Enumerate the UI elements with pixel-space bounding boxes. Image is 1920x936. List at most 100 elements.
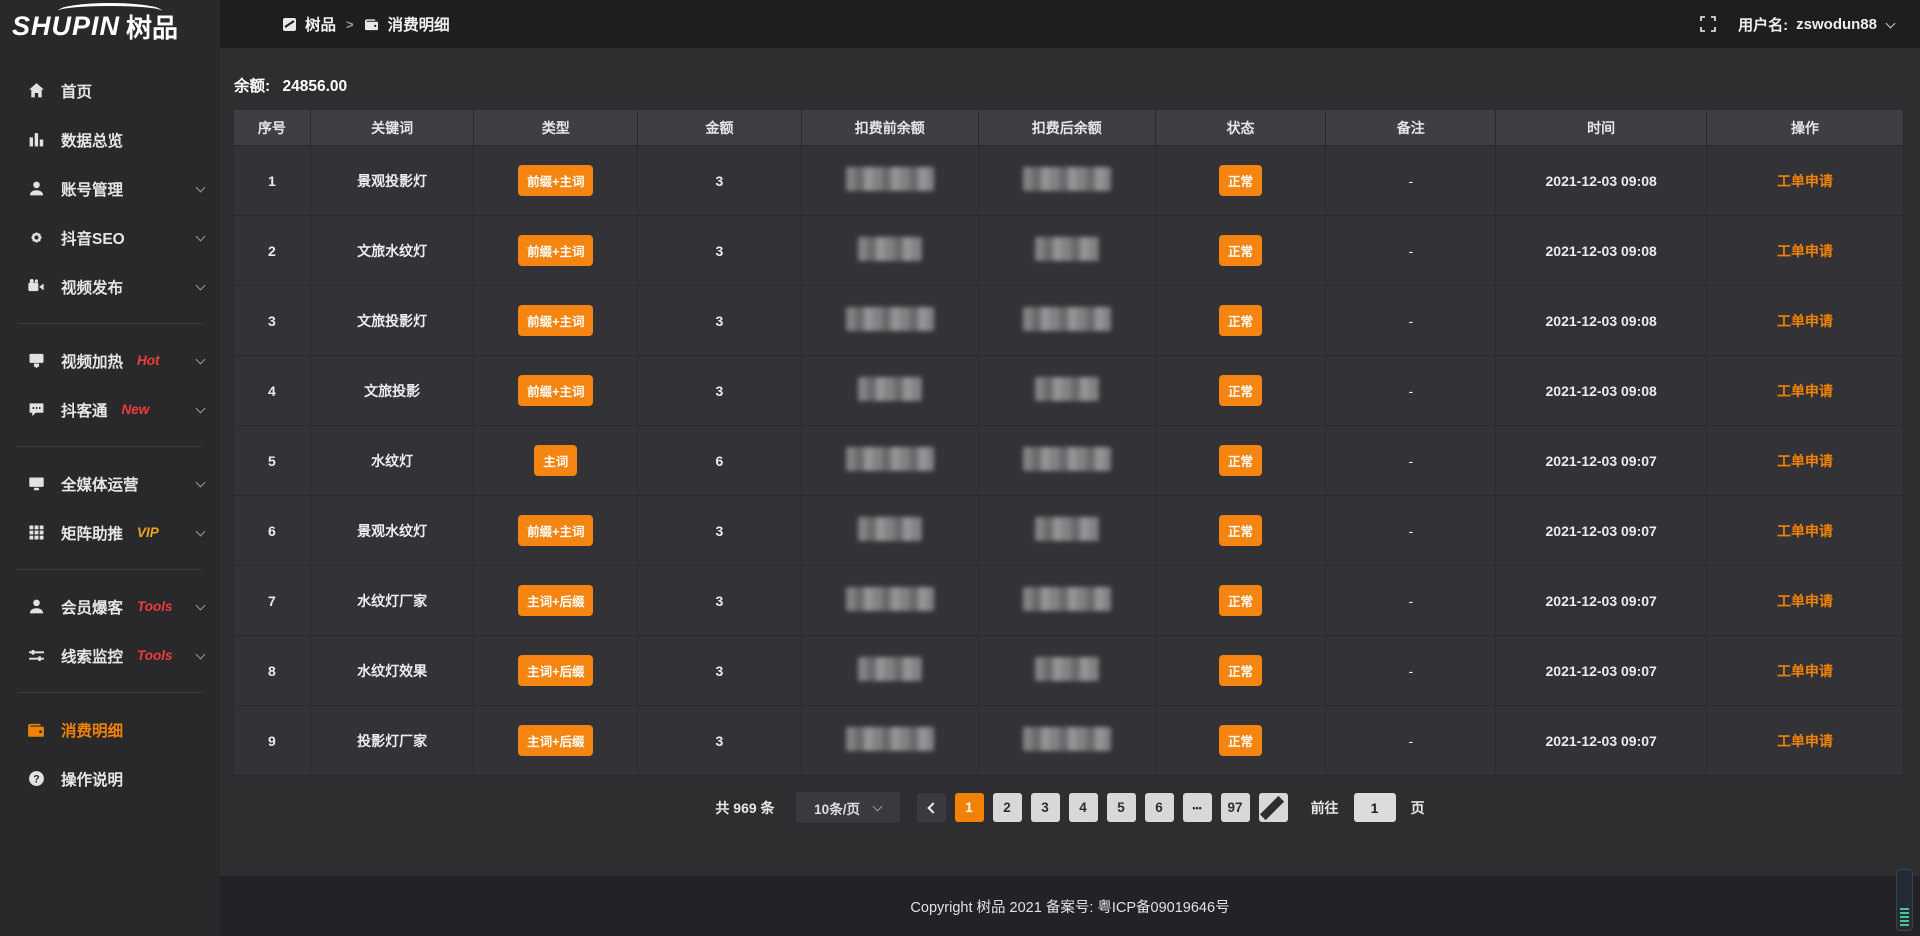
next-page-button[interactable] <box>1259 793 1288 822</box>
page-button-6[interactable]: 6 <box>1145 793 1174 822</box>
cell-action: 工单申请 <box>1706 356 1903 426</box>
page-button-2[interactable]: 2 <box>993 793 1022 822</box>
chevron-down-icon <box>196 477 206 487</box>
chevron-down-icon <box>196 600 206 610</box>
sidebar-item-douyin-seo[interactable]: 抖音SEO <box>0 213 220 262</box>
balance-label: 余额: <box>234 78 270 95</box>
sidebar-item-home[interactable]: 首页 <box>0 66 220 115</box>
work-order-link[interactable]: 工单申请 <box>1777 313 1833 329</box>
sidebar-item-member-burst[interactable]: 会员爆客Tools <box>0 582 220 631</box>
cell-time: 2021-12-03 09:07 <box>1496 496 1706 566</box>
question-icon: ? <box>26 770 46 787</box>
page-button-3[interactable]: 3 <box>1031 793 1060 822</box>
footer: Copyright 树品 2021 备案号: 粤ICP备09019646号 <box>220 876 1920 936</box>
page-button-97[interactable]: 97 <box>1221 793 1250 822</box>
cell-balance-after <box>978 496 1155 566</box>
col-amount: 金额 <box>638 110 802 146</box>
cell-status: 正常 <box>1155 146 1325 216</box>
table-row: 9投影灯厂家主词+后缀3正常-2021-12-03 09:07工单申请 <box>234 706 1904 776</box>
cell-balance-before <box>801 216 978 286</box>
cell-type: 主词+后缀 <box>474 706 638 776</box>
work-order-link[interactable]: 工单申请 <box>1777 383 1833 399</box>
sidebar-item-tag: Tools <box>137 599 173 614</box>
page-widget[interactable] <box>1896 869 1913 931</box>
page-size-select[interactable]: 10条/页 <box>796 792 900 823</box>
cell-balance-after <box>978 146 1155 216</box>
page-button-4[interactable]: 4 <box>1069 793 1098 822</box>
user-menu[interactable]: 用户名: zswodun88 <box>1738 14 1894 35</box>
work-order-link[interactable]: 工单申请 <box>1777 733 1833 749</box>
sidebar-item-consumption-detail[interactable]: 消费明细 <box>0 705 220 754</box>
sidebar-item-data-overview[interactable]: 数据总览 <box>0 115 220 164</box>
status-badge: 正常 <box>1219 375 1262 406</box>
pagination-total: 共 969 条 <box>715 798 774 818</box>
copyright-text: Copyright 树品 2021 备案号: 粤ICP备09019646号 <box>910 896 1229 917</box>
page-button-5[interactable]: 5 <box>1107 793 1136 822</box>
cell-remark: - <box>1326 636 1496 706</box>
logo: SHUPIN 树品 <box>0 0 220 52</box>
topbar: 树品 > 消费明细 用户名: zswodun88 <box>220 0 1920 48</box>
cell-action: 工单申请 <box>1706 566 1903 636</box>
page-ellipsis-button[interactable]: ••• <box>1183 793 1212 822</box>
table-header-row: 序号 关键词 类型 金额 扣费前余额 扣费后余额 状态 备注 时间 操作 <box>234 110 1904 146</box>
sidebar-item-clue-monitor[interactable]: 线索监控Tools <box>0 631 220 680</box>
sidebar-item-tag: Tools <box>137 648 173 663</box>
redacted-value <box>1035 377 1099 401</box>
username-label: 用户名: <box>1738 14 1788 35</box>
cell-amount: 3 <box>638 146 802 216</box>
sidebar-item-account-management[interactable]: 账号管理 <box>0 164 220 213</box>
bar-chart-icon <box>26 131 46 148</box>
cell-status: 正常 <box>1155 706 1325 776</box>
col-time: 时间 <box>1496 110 1706 146</box>
cell-balance-after <box>978 216 1155 286</box>
redacted-value <box>1035 657 1099 681</box>
cell-type: 前缀+主词 <box>474 216 638 286</box>
breadcrumb-separator: > <box>346 17 354 32</box>
username-value: zswodun88 <box>1796 16 1877 33</box>
chevron-down-icon <box>196 280 206 290</box>
sidebar-item-doukeTong[interactable]: 抖客通New <box>0 385 220 434</box>
redacted-value <box>846 167 934 191</box>
cell-type: 前缀+主词 <box>474 356 638 426</box>
sidebar-item-label: 矩阵助推 <box>61 522 123 544</box>
cell-amount: 3 <box>638 356 802 426</box>
cell-remark: - <box>1326 706 1496 776</box>
work-order-link[interactable]: 工单申请 <box>1777 453 1833 469</box>
table-row: 6景观水纹灯前缀+主词3正常-2021-12-03 09:07工单申请 <box>234 496 1904 566</box>
sidebar-item-matrix-boost[interactable]: 矩阵助推VIP <box>0 508 220 557</box>
redacted-value <box>1035 517 1099 541</box>
cell-action: 工单申请 <box>1706 496 1903 566</box>
breadcrumb-current-label: 消费明细 <box>388 13 450 35</box>
page-button-1[interactable]: 1 <box>955 793 984 822</box>
redacted-value <box>846 447 934 471</box>
cell-balance-before <box>801 356 978 426</box>
cell-type: 前缀+主词 <box>474 286 638 356</box>
redacted-value <box>1023 307 1111 331</box>
work-order-link[interactable]: 工单申请 <box>1777 173 1833 189</box>
sidebar-item-all-media-operation[interactable]: 全媒体运营 <box>0 459 220 508</box>
work-order-link[interactable]: 工单申请 <box>1777 663 1833 679</box>
cell-balance-before <box>801 426 978 496</box>
sidebar-item-label: 全媒体运营 <box>61 473 139 495</box>
cell-amount: 3 <box>638 706 802 776</box>
goto-page-input[interactable] <box>1354 793 1396 822</box>
breadcrumb-home[interactable]: 树品 <box>283 13 336 35</box>
content-column: 树品 > 消费明细 用户名: zswodun88 <box>220 0 1920 936</box>
sidebar: SHUPIN 树品 首页数据总览账号管理抖音SEO视频发布视频加热Hot抖客通N… <box>0 0 220 936</box>
status-badge: 正常 <box>1219 515 1262 546</box>
work-order-link[interactable]: 工单申请 <box>1777 593 1833 609</box>
dashboard-icon <box>283 18 296 31</box>
prev-page-button[interactable] <box>917 793 946 822</box>
chevron-down-icon <box>1886 18 1896 28</box>
home-icon <box>26 82 46 99</box>
cell-index: 6 <box>234 496 311 566</box>
sidebar-item-video-publish[interactable]: 视频发布 <box>0 262 220 311</box>
sidebar-item-video-heating[interactable]: 视频加热Hot <box>0 336 220 385</box>
work-order-link[interactable]: 工单申请 <box>1777 523 1833 539</box>
redacted-value <box>1023 447 1111 471</box>
fullscreen-icon[interactable] <box>1700 16 1716 32</box>
work-order-link[interactable]: 工单申请 <box>1777 243 1833 259</box>
cell-index: 3 <box>234 286 311 356</box>
sidebar-item-operation-guide[interactable]: ?操作说明 <box>0 754 220 803</box>
breadcrumb-current[interactable]: 消费明细 <box>364 13 450 35</box>
